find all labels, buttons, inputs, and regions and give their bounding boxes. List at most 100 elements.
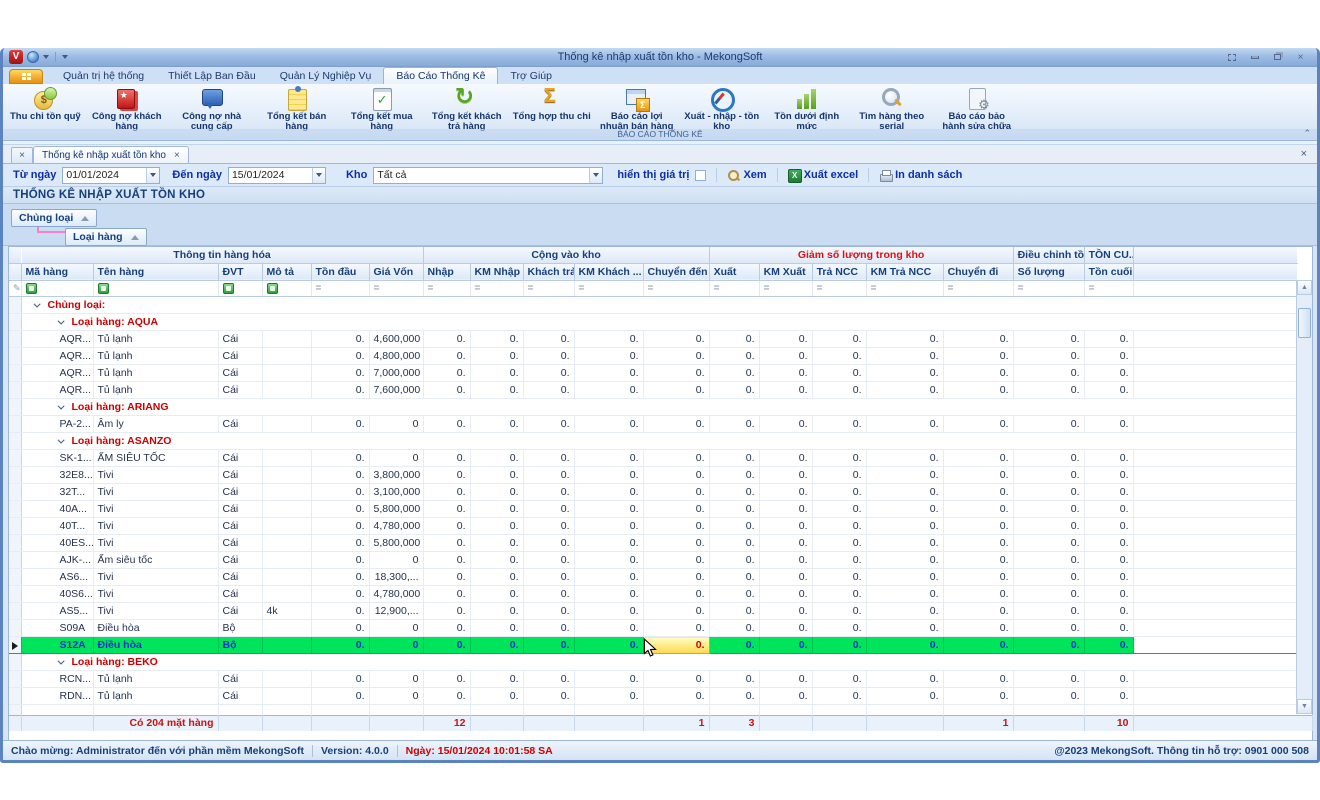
cell[interactable]: 0. [812, 569, 866, 586]
cell[interactable]: 0. [1084, 416, 1133, 433]
cell[interactable]: 0. [812, 382, 866, 399]
cell[interactable]: 0. [643, 603, 709, 620]
cell[interactable]: 0. [812, 501, 866, 518]
cell[interactable]: AS5... [21, 603, 93, 620]
cell[interactable]: 0. [423, 365, 470, 382]
group-row[interactable]: Loại hàng: AQUA [9, 314, 1298, 331]
cell[interactable]: Điều hòa [93, 620, 218, 637]
cell[interactable]: 0 [369, 450, 423, 467]
table-row[interactable]: AQR...Tủ lạnhCái0.7,000,0000.0.0.0.0.0.0… [9, 365, 1298, 382]
cell[interactable]: 0. [943, 382, 1013, 399]
cell[interactable]: RDN... [21, 688, 93, 705]
cell[interactable]: 0. [1084, 450, 1133, 467]
cell[interactable]: 0. [943, 467, 1013, 484]
filter-cell[interactable] [21, 280, 93, 296]
cell[interactable]: 0. [574, 467, 643, 484]
cell[interactable]: 0 [369, 671, 423, 688]
cell[interactable]: 0. [866, 688, 943, 705]
group-row-label[interactable]: Loại hàng: ASANZO [21, 433, 1298, 450]
filter-cell[interactable]: = [423, 280, 470, 296]
cell[interactable]: 5,800,000 [369, 535, 423, 552]
cell[interactable]: 0. [574, 331, 643, 348]
tabstrip-close-icon[interactable]: × [1301, 148, 1307, 160]
cell[interactable]: 0. [1084, 637, 1133, 654]
cell[interactable]: Âm ly [93, 416, 218, 433]
cell[interactable]: 0. [523, 365, 574, 382]
filter-cell[interactable]: = [574, 280, 643, 296]
cell[interactable]: 0. [311, 331, 369, 348]
cell[interactable]: 4,600,000 [369, 331, 423, 348]
cell[interactable] [262, 518, 311, 535]
cell[interactable] [262, 671, 311, 688]
cell[interactable] [262, 382, 311, 399]
to-date-input[interactable] [228, 167, 326, 184]
cell[interactable]: 40T... [21, 518, 93, 535]
cell[interactable]: 0. [709, 620, 759, 637]
cell[interactable]: 0. [1084, 382, 1133, 399]
cell[interactable] [21, 705, 93, 715]
group-row[interactable]: Chủng loại: [9, 297, 1298, 314]
cell[interactable]: 0. [470, 365, 523, 382]
cell[interactable]: 0. [423, 450, 470, 467]
cell[interactable]: 0. [759, 603, 812, 620]
cell[interactable]: AQR... [21, 382, 93, 399]
cell[interactable]: 0. [643, 552, 709, 569]
cell[interactable]: 0. [759, 569, 812, 586]
cell[interactable]: 0. [759, 348, 812, 365]
filter-cell[interactable]: = [311, 280, 369, 296]
cell[interactable]: 0. [866, 331, 943, 348]
cell[interactable]: 0. [812, 552, 866, 569]
cell[interactable]: 0. [812, 671, 866, 688]
cell[interactable]: Tủ lạnh [93, 688, 218, 705]
cell[interactable] [262, 365, 311, 382]
column-header-m-t-[interactable]: Mô tả [262, 263, 311, 280]
cell[interactable]: 0. [643, 620, 709, 637]
cell[interactable]: 0. [311, 416, 369, 433]
cell[interactable]: AQR... [21, 348, 93, 365]
cell[interactable] [311, 705, 369, 715]
cell[interactable]: 0. [523, 382, 574, 399]
cell[interactable]: Cái [218, 552, 262, 569]
cell[interactable]: 0. [1084, 688, 1133, 705]
table-row[interactable]: 40T...TiviCái0.4,780,0000.0.0.0.0.0.0.0.… [9, 518, 1298, 535]
ribbon-collapse-icon[interactable]: ⌃ [1303, 128, 1311, 139]
cell[interactable]: AS6... [21, 569, 93, 586]
warehouse-dropdown[interactable] [589, 168, 602, 183]
cell[interactable]: Cái [218, 331, 262, 348]
cell[interactable]: 0. [709, 416, 759, 433]
tab-close-left-button[interactable]: × [11, 147, 33, 163]
cell[interactable]: 0. [574, 484, 643, 501]
cell[interactable]: 0. [523, 348, 574, 365]
filter-cell[interactable] [93, 280, 218, 296]
filter-cell[interactable]: = [866, 280, 943, 296]
cell[interactable]: 0. [311, 603, 369, 620]
vertical-scrollbar[interactable]: ▲ ▼ [1296, 280, 1312, 714]
cell[interactable]: Tivi [93, 603, 218, 620]
filter-cell[interactable] [218, 280, 262, 296]
cell[interactable]: SK-1... [21, 450, 93, 467]
cell[interactable]: 0. [812, 416, 866, 433]
cell[interactable]: 0. [311, 637, 369, 654]
cell[interactable]: ẤM SIÊU TỐC [93, 450, 218, 467]
cell[interactable]: 0. [709, 348, 759, 365]
cell[interactable]: 0. [812, 620, 866, 637]
cell[interactable]: 0. [759, 331, 812, 348]
from-date-input[interactable] [62, 167, 160, 184]
cell[interactable]: 0. [709, 518, 759, 535]
close-icon[interactable]: × [1292, 51, 1309, 64]
cell[interactable]: 0. [1084, 518, 1133, 535]
filter-cell[interactable]: = [470, 280, 523, 296]
cell[interactable]: Tivi [93, 535, 218, 552]
cell[interactable] [262, 688, 311, 705]
column-header-nh-p[interactable]: Nhập [423, 263, 470, 280]
column-header--vt[interactable]: ĐVT [218, 263, 262, 280]
group-row[interactable]: Loại hàng: ASANZO [9, 433, 1298, 450]
cell[interactable]: Tủ lạnh [93, 365, 218, 382]
cell[interactable]: 0. [943, 365, 1013, 382]
cell[interactable]: Cái [218, 416, 262, 433]
cell[interactable]: 4,800,000 [369, 348, 423, 365]
cell[interactable]: 0. [866, 586, 943, 603]
table-row[interactable]: AJK-...Ấm siêu tốcCái0.00.0.0.0.0.0.0.0.… [9, 552, 1298, 569]
cell[interactable]: 0. [759, 518, 812, 535]
cell[interactable]: 0. [574, 569, 643, 586]
